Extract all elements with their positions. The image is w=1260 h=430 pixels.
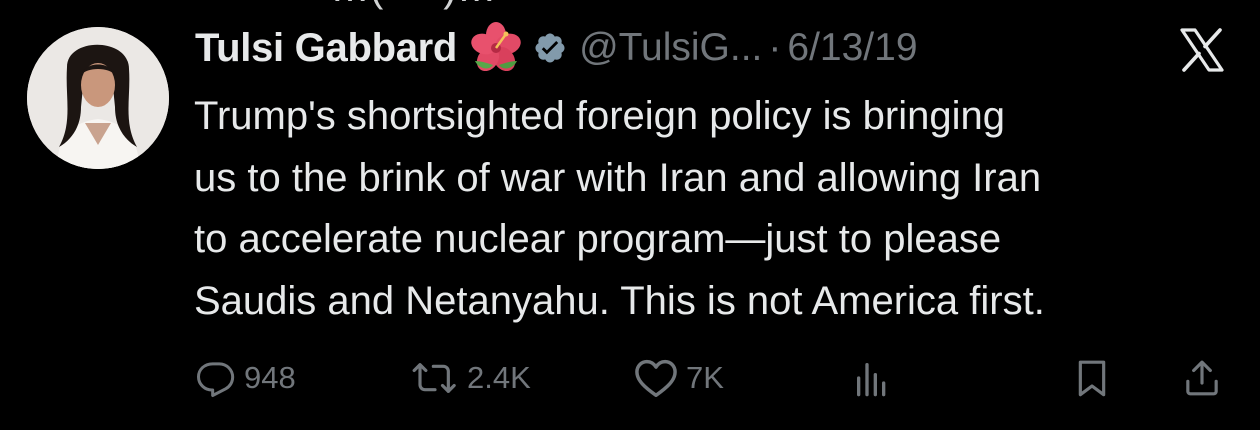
tweet-text-line: to accelerate nuclear program—just to pl… [194,217,1002,261]
x-logo-icon [1178,26,1226,74]
tweet-date[interactable]: 6/13/19 [787,26,917,70]
partial-previous-text: …( ˙ˑ˙ )… [330,0,497,11]
share-button[interactable] [1182,358,1222,398]
share-icon [1186,360,1218,396]
like-count: 7K [686,360,724,395]
heart-icon [635,359,677,397]
avatar-image [27,27,169,169]
views-icon [857,363,886,397]
views-button[interactable] [852,358,892,398]
repost-button[interactable]: 2.4K [411,358,531,398]
hibiscus-icon [469,21,523,75]
tweet-text: Trump's shortsighted foreign policy is b… [194,86,1234,332]
header-separator: · [768,26,782,69]
avatar[interactable] [27,27,169,169]
tweet-text-line: Saudis and Netanyahu. This is not Americ… [194,278,1045,323]
tweet-header: Tulsi Gabbard @TulsiG... · 6/13/19 [195,20,918,76]
like-button[interactable]: 7K [634,358,724,398]
reply-button[interactable]: 948 [196,358,296,398]
bookmark-icon [1078,360,1106,397]
reply-count: 948 [244,360,296,395]
author-handle[interactable]: @TulsiG... [579,26,762,70]
verified-badge-icon[interactable] [533,31,567,65]
tweet-card: …( ˙ˑ˙ )… Tulsi Gabbard [0,0,1260,430]
tweet-text-line: Trump's shortsighted foreign policy is b… [194,94,1005,138]
reply-icon [197,362,235,397]
bookmark-button[interactable] [1072,358,1112,398]
author-name[interactable]: Tulsi Gabbard [195,26,457,71]
repost-count: 2.4K [467,360,531,395]
repost-icon [412,363,456,393]
tweet-action-bar: 948 2.4K 7K [0,350,1260,406]
tweet-text-line: us to the brink of war with Iran and all… [194,155,1042,200]
